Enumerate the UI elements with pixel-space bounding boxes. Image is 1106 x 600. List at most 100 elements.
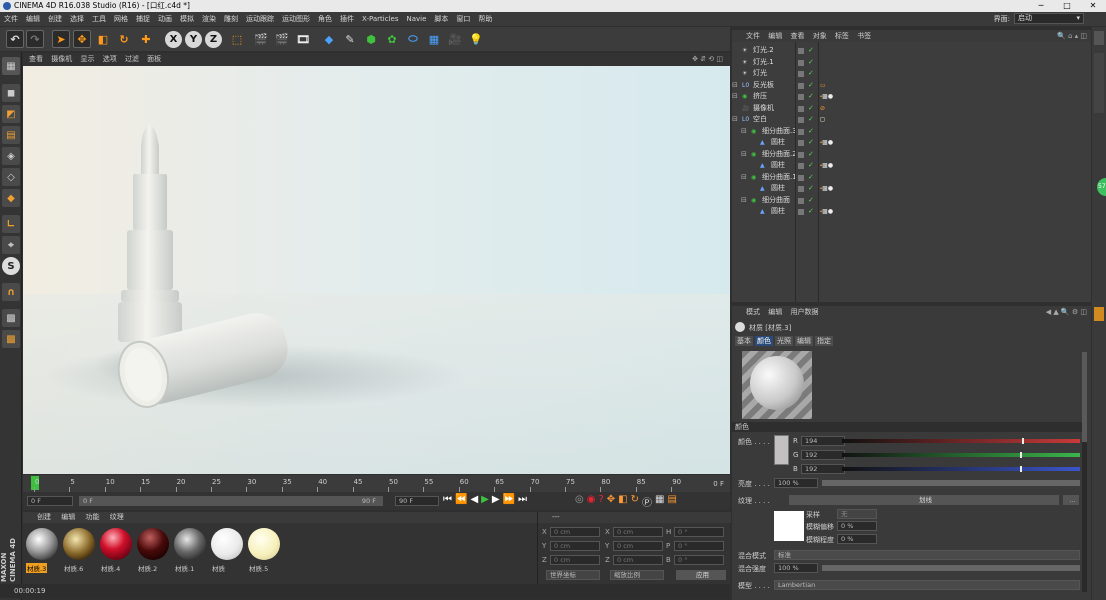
live-select-button[interactable]: ✚	[137, 30, 155, 48]
channel-slider[interactable]	[842, 467, 1080, 471]
object-row[interactable]: ⊟ L0 反光板 ✓ ▭	[732, 80, 1091, 92]
tab-editor[interactable]: 编辑	[795, 336, 813, 346]
object-row[interactable]: ☀ 灯光 ✓	[732, 68, 1091, 80]
visibility-dot[interactable]	[798, 48, 804, 54]
magnet-button[interactable]: ∩	[2, 283, 20, 301]
object-row[interactable]: ☀ 灯光.2 ✓	[732, 45, 1091, 57]
current-frame-field[interactable]: 0 F	[27, 496, 73, 506]
prev-key-icon[interactable]: ⏪	[455, 494, 467, 505]
material-swatch[interactable]: 材质	[209, 527, 244, 573]
viewport-menu-item[interactable]: 选项	[100, 53, 120, 66]
menu-item[interactable]: Navie	[402, 12, 430, 26]
menu-item[interactable]: 帮助	[474, 12, 496, 26]
rotate-tool-button[interactable]: ↻	[115, 30, 133, 48]
menu-item[interactable]: 雕刻	[220, 12, 242, 26]
object-name[interactable]: 细分曲面	[762, 195, 790, 206]
x-axis-button[interactable]: X	[165, 31, 182, 48]
visibility-dot[interactable]	[798, 82, 804, 89]
enabled-check-icon[interactable]: ✓	[808, 91, 814, 102]
record-keys-icon[interactable]: ◎	[575, 494, 584, 509]
channel-field[interactable]: 192	[801, 464, 845, 474]
render-picture-viewer-button[interactable]: 🎬	[273, 30, 291, 48]
visibility-dot[interactable]	[798, 151, 804, 158]
object-row[interactable]: ▲ 圆柱 ✓ ⬩▩●	[732, 183, 1091, 195]
object-name[interactable]: 圆柱	[771, 160, 785, 171]
enabled-check-icon[interactable]: ✓	[808, 80, 814, 91]
color-swatch[interactable]	[774, 435, 789, 465]
menu-item[interactable]: 脚本	[430, 12, 452, 26]
render-settings-button[interactable]: 🎞	[294, 30, 312, 48]
coord-field[interactable]: 0 cm	[613, 527, 663, 537]
sampling-dropdown[interactable]: 无	[837, 509, 877, 519]
tab-assign[interactable]: 指定	[815, 336, 833, 346]
redo-button[interactable]: ↷	[26, 30, 44, 48]
axis-mode-button[interactable]: ∟	[2, 215, 20, 233]
texture-mode-button[interactable]: ◩	[2, 105, 20, 123]
material-preview[interactable]	[742, 351, 812, 419]
coord-field[interactable]: 0 °	[674, 527, 724, 537]
tag-icons[interactable]: ⊘	[820, 103, 825, 114]
parameter-key-icon[interactable]: Ⓟ	[642, 494, 652, 509]
coord-field[interactable]: 0 cm	[550, 555, 600, 565]
coord-field[interactable]: 0 cm	[613, 541, 663, 551]
tag-icons[interactable]: ⬩▩●	[820, 206, 833, 217]
material-menu-item[interactable]: 纹理	[110, 513, 124, 521]
preview-range-slider[interactable]: 0 F 90 F	[79, 496, 383, 506]
end-frame-field[interactable]: 90 F	[395, 496, 439, 506]
model-dropdown[interactable]: Lambertian	[774, 580, 1080, 590]
polygon-mode-button[interactable]: ◆	[2, 189, 20, 207]
menu-item[interactable]: 动画	[154, 12, 176, 26]
channel-slider-knob[interactable]	[1022, 438, 1025, 444]
tab-color[interactable]: 颜色	[755, 336, 773, 346]
menu-item[interactable]: 角色	[314, 12, 336, 26]
attribute-scrollbar[interactable]	[1082, 352, 1087, 592]
brightness-field[interactable]: 100 %	[774, 478, 818, 488]
enabled-check-icon[interactable]: ✓	[808, 126, 814, 137]
coord-field[interactable]: 0 °	[674, 541, 724, 551]
menu-item[interactable]: 文件	[0, 12, 22, 26]
edge-mode-button[interactable]: ◇	[2, 168, 20, 186]
move-tool-button[interactable]: ✥	[73, 30, 91, 48]
visibility-dot[interactable]	[798, 128, 804, 135]
menu-item[interactable]: 运动图形	[278, 12, 314, 26]
coord-field[interactable]: 0 cm	[550, 541, 600, 551]
enabled-check-icon[interactable]: ✓	[808, 172, 814, 183]
tweak-mode-button[interactable]: ⌖	[2, 236, 20, 254]
scale-mode-dropdown[interactable]: 缩放比例	[610, 570, 664, 580]
spline-button[interactable]: ✎	[341, 30, 359, 48]
coordinate-mode-dropdown[interactable]: 世界坐标	[546, 570, 600, 580]
channel-field[interactable]: 194	[801, 436, 845, 446]
object-menu-item[interactable]: 对象	[813, 32, 827, 40]
enabled-check-icon[interactable]: ✓	[808, 103, 814, 114]
menu-item[interactable]: 运动跟踪	[242, 12, 278, 26]
timeline-ruler[interactable]: 0 5 10 15 20 25 30 35 40 45 50 55 60 65 70 75 80 85 90 0 F	[23, 475, 730, 492]
floor-button[interactable]: ▦	[425, 30, 443, 48]
expand-toggle-icon[interactable]: ⊟	[741, 195, 747, 206]
material-menu-item[interactable]: 功能	[85, 513, 99, 521]
expand-toggle-icon[interactable]: ⊟	[741, 172, 747, 183]
autokey-icon[interactable]: ◉	[587, 494, 596, 509]
snap-button[interactable]: S	[2, 257, 20, 275]
menu-item[interactable]: 插件	[336, 12, 358, 26]
viewport-menu-item[interactable]: 摄像机	[48, 53, 75, 66]
enabled-check-icon[interactable]: ✓	[808, 45, 814, 56]
object-row[interactable]: ⊟ ◉ 挤压 ✓ ⬩▩●	[732, 91, 1091, 103]
enabled-check-icon[interactable]: ✓	[808, 68, 814, 79]
material-menu-item[interactable]: 编辑	[61, 513, 75, 521]
channel-slider-knob[interactable]	[1020, 466, 1023, 472]
attribute-menu-item[interactable]: 用户数据	[790, 308, 818, 316]
expand-toggle-icon[interactable]: ⊟	[741, 126, 747, 137]
rotation-key-icon[interactable]: ↻	[631, 494, 639, 509]
object-search-icons[interactable]: 🔍 ⌂ ▴ ◫	[1057, 30, 1087, 42]
viewport-menu-item[interactable]: 查看	[23, 53, 46, 66]
menu-item[interactable]: 渲染	[198, 12, 220, 26]
object-name[interactable]: 灯光	[753, 68, 767, 79]
enabled-check-icon[interactable]: ✓	[808, 183, 814, 194]
material-menu-item[interactable]: 创建	[37, 513, 51, 521]
object-row[interactable]: ▲ 圆柱 ✓ ⬩▩●	[732, 206, 1091, 218]
brightness-slider[interactable]	[822, 480, 1080, 486]
make-editable-button[interactable]: ▦	[2, 57, 20, 75]
texture-more-button[interactable]: ...	[1063, 495, 1079, 505]
viewport-menu-item[interactable]: 面板	[144, 53, 164, 66]
tag-icons[interactable]: ▭	[820, 80, 826, 91]
